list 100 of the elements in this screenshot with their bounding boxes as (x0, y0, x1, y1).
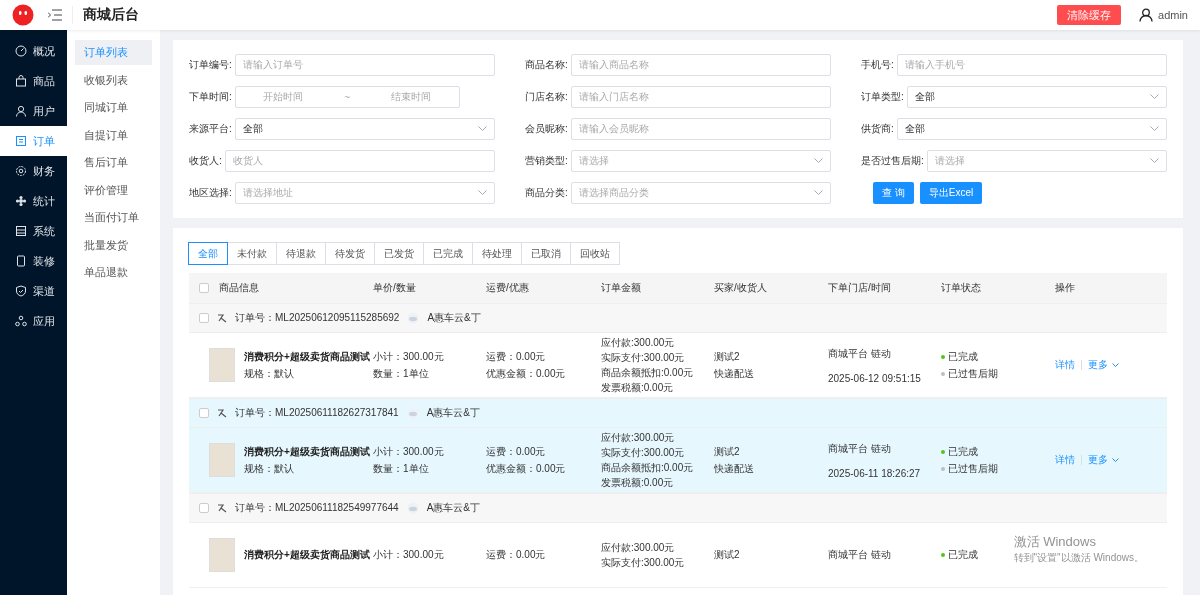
select-field[interactable]: 全部 (234, 118, 495, 140)
order-status: 已完成 (948, 349, 978, 364)
amount-line: 实际支付:300.00元 (601, 445, 686, 460)
submenu-item[interactable]: 自提订单 (75, 122, 152, 148)
order-number: 订单号：ML20250612095115285692 (235, 311, 400, 325)
nav-item[interactable]: 渠道 (0, 276, 67, 306)
status-tab[interactable]: 待发货 (325, 242, 375, 265)
product-thumbnail (209, 348, 235, 382)
submenu-item[interactable]: 收银列表 (75, 67, 152, 93)
app-title: 商城后台 (72, 6, 139, 24)
amount-line: 应付款:300.00元 (601, 430, 676, 445)
amount-line: 商品余额抵扣:0.00元 (601, 460, 695, 475)
subtotal: 小计：300.00元 (373, 349, 445, 364)
amount-line: 实际支付:300.00元 (601, 555, 686, 570)
filter-label: 商品分类: (525, 186, 568, 200)
shipping-fee: 运费：0.00元 (486, 349, 547, 364)
nav-item[interactable]: 用户 (0, 96, 67, 126)
user-icon (15, 105, 27, 117)
order-checkbox[interactable] (199, 313, 209, 323)
filter-label: 订单编号: (189, 58, 232, 72)
select-field[interactable]: 全部 (896, 118, 1167, 140)
submenu-item[interactable]: 评价管理 (75, 177, 152, 203)
quantity: 数量：1单位 (373, 461, 430, 476)
filter-label: 是否过售后期: (861, 154, 924, 168)
discount: 优惠金额：0.00元 (486, 461, 567, 476)
amount-line: 发票税额:0.00元 (601, 380, 675, 395)
order-icon (217, 408, 227, 418)
nav-item[interactable]: 应用 (0, 306, 67, 336)
menu-icon[interactable] (48, 9, 62, 21)
status-tab[interactable]: 待处理 (472, 242, 522, 265)
nav-item[interactable]: 系统 (0, 216, 67, 246)
shipping-fee: 运费：0.00元 (486, 444, 547, 459)
filter-label: 供货商: (861, 122, 894, 136)
filter-label: 商品名称: (525, 58, 568, 72)
store-name: 商城平台 链动 (828, 346, 892, 361)
cabinet-icon (15, 225, 27, 237)
logo-icon (12, 4, 34, 26)
filter-label: 会员昵称: (525, 122, 568, 136)
order-checkbox[interactable] (199, 408, 209, 418)
shop-name: A惠车云&丁 (427, 311, 481, 325)
amount-line: 发票税额:0.00元 (601, 475, 675, 490)
amount-line: 应付款:300.00元 (601, 335, 676, 350)
nav-item[interactable]: 概况 (0, 36, 67, 66)
order-number: 订单号：ML20250611182549977644 (235, 501, 399, 515)
amount-line: 应付款:300.00元 (601, 540, 676, 555)
status-tab[interactable]: 已取消 (521, 242, 571, 265)
nav-item[interactable]: 财务 (0, 156, 67, 186)
gauge-icon (15, 45, 27, 57)
submenu-item[interactable]: 售后订单 (75, 150, 152, 175)
product-spec: 规格：默认 (244, 366, 295, 381)
order-icon (217, 313, 227, 323)
submenu-item[interactable]: 批量发货 (75, 232, 152, 258)
order-icon (217, 503, 227, 513)
column-header: 订单状态 (941, 282, 981, 293)
order-status: 已完成 (948, 444, 978, 459)
submenu-item[interactable]: 单品退款 (75, 260, 152, 285)
shop-avatar-icon (406, 407, 419, 419)
tablet-icon (15, 255, 27, 267)
status-tab[interactable]: 已发货 (374, 242, 424, 265)
buyer-name: 测试2 (714, 444, 741, 459)
amount-line: 实际支付:300.00元 (601, 350, 686, 365)
nav-item[interactable]: 装修 (0, 246, 67, 276)
bag-icon (15, 75, 27, 87)
amount-line: 商品余额抵扣:0.00元 (601, 365, 695, 380)
chevron-down-icon (1112, 362, 1119, 368)
document-icon (15, 135, 27, 147)
filter-label: 订单类型: (861, 90, 904, 104)
quantity: 数量：1单位 (373, 366, 430, 381)
product-thumbnail (209, 443, 235, 477)
status-tab[interactable]: 未付款 (227, 242, 277, 265)
column-header: 下单门店/时间 (828, 282, 891, 293)
shop-avatar-icon (407, 312, 420, 324)
order-status: 已过售后期 (948, 366, 998, 381)
store-name: 商城平台 链动 (828, 548, 892, 562)
status-tab[interactable]: 待退款 (276, 242, 326, 265)
status-tab[interactable]: 回收站 (570, 242, 620, 265)
submenu-item[interactable]: 当面付订单 (75, 205, 152, 230)
filter-label: 地区选择: (189, 186, 232, 200)
nav-item[interactable]: 商品 (0, 66, 67, 96)
user-icon[interactable] (1139, 8, 1154, 22)
filter-label: 营销类型: (525, 154, 568, 168)
user-name[interactable]: admin (1158, 9, 1188, 21)
order-checkbox[interactable] (199, 503, 209, 513)
chevron-down-icon (814, 190, 823, 196)
nav-item[interactable]: 统计 (0, 186, 67, 216)
column-header: 操作 (1055, 282, 1075, 293)
buyer-name: 测试2 (714, 548, 741, 562)
submenu-item[interactable]: 同城订单 (75, 95, 152, 120)
order-time: 2025-06-12 09:51:15 (828, 372, 922, 384)
filter-label: 来源平台: (189, 122, 232, 136)
status-tab[interactable]: 已完成 (423, 242, 473, 265)
order-number: 订单号：ML20250611182627317841 (235, 406, 399, 420)
select-all-checkbox[interactable] (199, 283, 209, 293)
order-status: 已完成 (948, 548, 978, 562)
chevron-down-icon (478, 126, 487, 132)
product-name: 消费积分+超级卖货商品测试 (244, 548, 370, 562)
select-field[interactable]: 全部 (906, 86, 1167, 108)
chevron-down-icon (1112, 457, 1119, 463)
gear-icon (15, 165, 27, 177)
shop-name: A惠车云&丁 (426, 501, 480, 515)
